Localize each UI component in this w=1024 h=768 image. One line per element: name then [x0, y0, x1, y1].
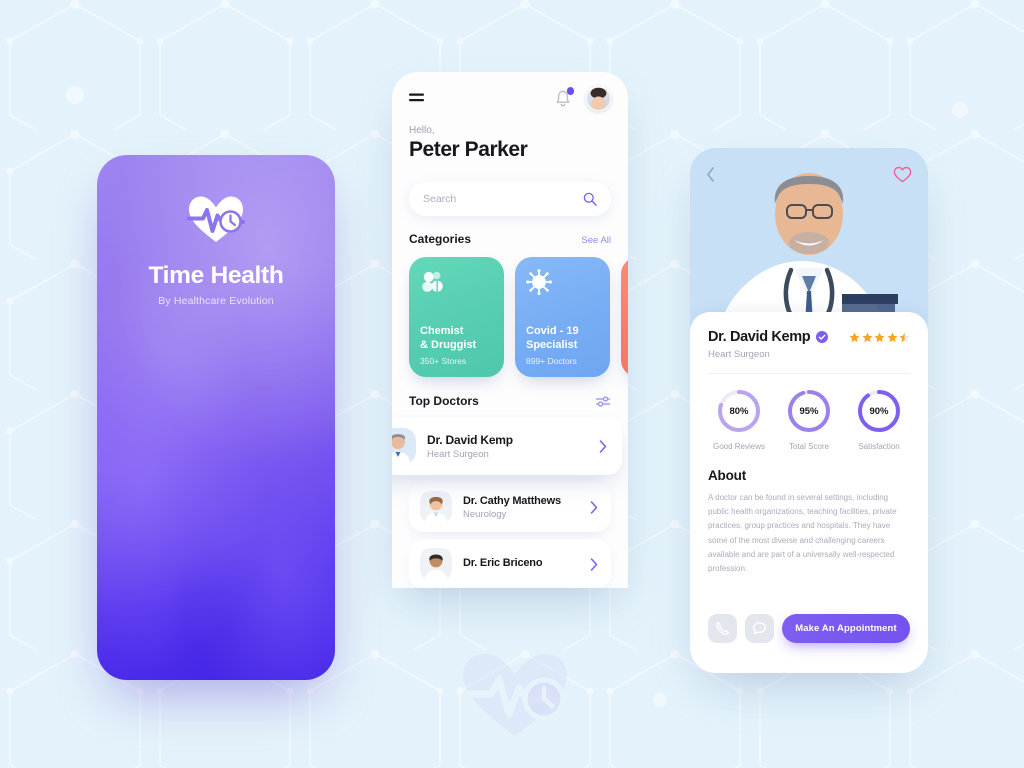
doctor-info: Dr. Cathy Matthews Neurology: [463, 495, 590, 520]
chevron-right-icon[interactable]: [590, 557, 598, 571]
doctor-avatar: [420, 491, 452, 523]
category-card-covid[interactable]: Covid - 19 Specialist 899+ Doctors: [515, 257, 610, 377]
splash-screen: Time Health By Healthcare Evolution: [97, 155, 335, 680]
heart-pulse-clock-icon: [187, 196, 245, 242]
chevron-left-icon[interactable]: [706, 166, 715, 182]
divider: [708, 373, 910, 374]
doctor-stats-row: 80% Good Reviews 95% Total Score 90% Sat…: [708, 388, 910, 451]
splash-branding: Time Health By Healthcare Evolution: [97, 192, 335, 307]
star-icon: [887, 332, 897, 342]
category-name-line2: Specialist: [526, 338, 578, 351]
category-name-line1: Chemist: [420, 325, 464, 338]
search-bar[interactable]: [409, 182, 611, 216]
category-name: Chemist & Druggist: [420, 325, 496, 352]
doctor-name-row: Dr. David Kemp: [708, 329, 910, 345]
progress-ring: 90%: [856, 388, 902, 434]
phone-icon: [716, 621, 730, 635]
virus-icon: [526, 269, 552, 295]
star-half-icon: [899, 332, 910, 342]
profile-action-row: Make An Appointment: [708, 614, 910, 643]
doctor-profile-screen: Dr. David Kemp Heart Surgeon 80% Good Re…: [690, 148, 928, 673]
doctor-info: Dr. Eric Briceno: [463, 557, 590, 571]
categories-title: Categories: [409, 232, 472, 246]
notification-bell-button[interactable]: [552, 87, 574, 109]
search-icon[interactable]: [583, 192, 597, 206]
about-text: A doctor can be found in several setting…: [708, 493, 897, 574]
categories-see-all-link[interactable]: See All: [581, 235, 611, 246]
stat-value: 95%: [799, 405, 819, 417]
categories-header: Categories See All: [409, 232, 611, 246]
doctor-list-item[interactable]: Dr. Cathy Matthews Neurology: [409, 482, 611, 532]
doctor-specialty: Neurology: [463, 508, 507, 520]
category-card-chemist[interactable]: Chemist & Druggist 350+ Stores: [409, 257, 504, 377]
doctor-specialty: Heart Surgeon: [427, 448, 489, 460]
category-text: Chemist & Druggist 350+ Stores: [420, 325, 496, 366]
chat-button[interactable]: [745, 614, 774, 643]
app-title: Time Health: [148, 262, 284, 289]
doctor-name: Dr. David Kemp: [427, 432, 513, 447]
category-text: Covid - 19 Specialist 899+ Doctors: [526, 325, 602, 366]
star-icon: [874, 332, 885, 342]
star-icon: [862, 332, 872, 342]
doctor-name: Dr. Cathy Matthews: [463, 494, 561, 507]
profile-nav-bar: [690, 148, 928, 200]
doctor-avatar: [420, 548, 452, 580]
stat-label: Total Score: [788, 442, 830, 451]
doctor-list-item[interactable]: Dr. Eric Briceno: [409, 539, 611, 588]
notification-badge-dot: [566, 87, 574, 95]
category-meta: 350+ Stores: [420, 356, 467, 366]
doctor-specialty: Heart Surgeon: [708, 349, 770, 360]
top-doctors-header: Top Doctors: [409, 394, 611, 408]
stat-good-reviews: 80% Good Reviews: [708, 388, 770, 451]
chat-bubble-icon: [752, 622, 767, 635]
categories-row: Chemist & Druggist 350+ Stores Covid - 1…: [409, 257, 628, 377]
hamburger-menu-icon[interactable]: [409, 92, 426, 104]
category-name-line2: & Druggist: [420, 338, 477, 351]
doctor-avatar: [392, 428, 416, 464]
doctor-name: Dr. David Kemp: [708, 329, 811, 345]
doctor-name: Dr. Eric Briceno: [463, 557, 543, 569]
make-appointment-button[interactable]: Make An Appointment: [782, 614, 910, 643]
user-avatar[interactable]: [586, 85, 611, 111]
home-top-bar: [392, 72, 628, 124]
user-name: Peter Parker: [409, 138, 528, 161]
chevron-right-icon[interactable]: [599, 439, 607, 453]
star-icon: [849, 332, 860, 342]
heart-outline-icon[interactable]: [893, 166, 912, 183]
call-button[interactable]: [708, 614, 737, 643]
about-title: About: [708, 468, 746, 483]
stat-value: 90%: [869, 405, 889, 417]
verified-check-icon: [816, 331, 829, 343]
doctor-list-item-featured[interactable]: Dr. David Kemp Heart Surgeon: [392, 417, 622, 475]
pills-icon: [422, 271, 443, 292]
top-doctors-title: Top Doctors: [409, 394, 479, 408]
category-name-line1: Covid - 19: [526, 325, 579, 338]
doctor-info: Dr. David Kemp Heart Surgeon: [427, 433, 599, 460]
rating-stars: [849, 332, 910, 343]
filter-sliders-icon[interactable]: [596, 395, 611, 408]
stat-label: Satisfaction: [858, 442, 900, 451]
category-card-dental[interactable]: D C 4: [621, 257, 628, 377]
stat-satisfaction: 90% Satisfaction: [848, 388, 910, 451]
stat-total-score: 95% Total Score: [778, 388, 840, 451]
home-screen: Hello, Peter Parker Categories See All C…: [392, 72, 628, 588]
stat-value: 80%: [729, 405, 749, 417]
category-name: Covid - 19 Specialist: [526, 325, 602, 352]
progress-ring: 95%: [786, 388, 832, 434]
brand-watermark-icon: [463, 654, 567, 736]
progress-ring: 80%: [716, 388, 762, 434]
top-doctors-list: Dr. David Kemp Heart Surgeon Dr. Cathy M…: [392, 417, 628, 588]
doctor-detail-card: Dr. David Kemp Heart Surgeon 80% Good Re…: [690, 312, 928, 673]
search-input[interactable]: [423, 193, 583, 205]
chevron-right-icon[interactable]: [590, 500, 598, 514]
greeting-label: Hello,: [409, 125, 435, 136]
app-subtitle: By Healthcare Evolution: [158, 295, 274, 307]
stat-label: Good Reviews: [712, 442, 766, 451]
category-meta: 899+ Doctors: [526, 356, 577, 366]
